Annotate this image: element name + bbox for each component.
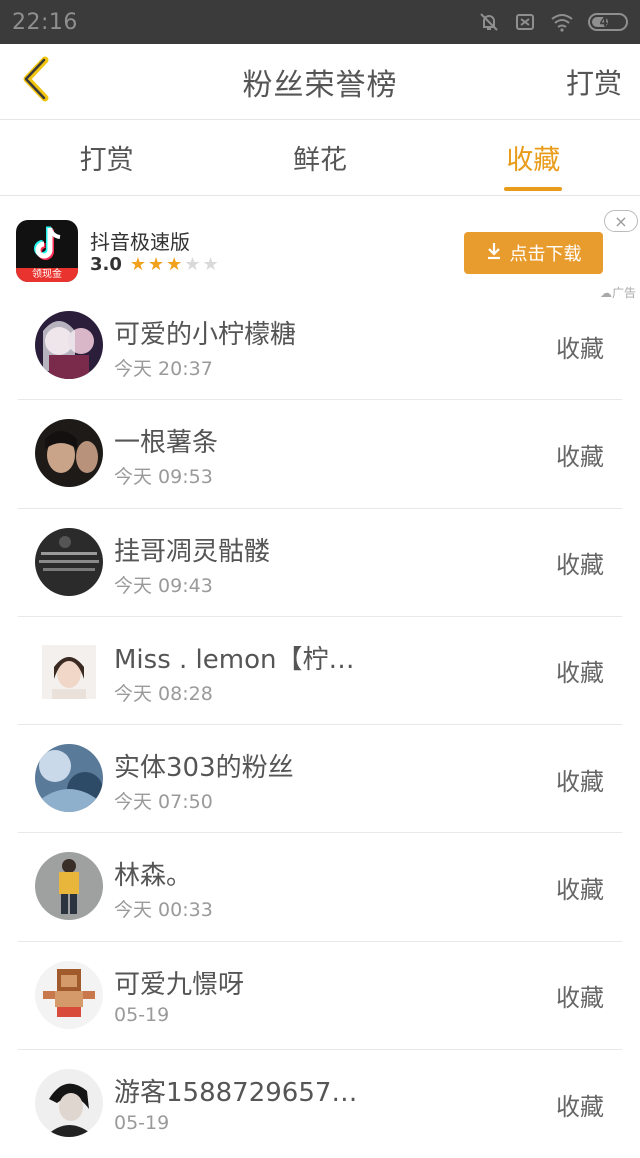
star-filled-icon: ★	[148, 253, 165, 275]
list-item[interactable]: 游客1588729657… 05-19 收藏	[18, 1050, 622, 1158]
star-empty-icon: ★	[202, 253, 219, 275]
fan-action: 收藏	[556, 334, 604, 363]
list-item[interactable]: Miss . lemon【柠… 今天 08:28 收藏	[18, 617, 622, 726]
fan-time: 05-19	[114, 1003, 170, 1026]
list-item[interactable]: 一根薯条 今天 09:53 收藏	[18, 400, 622, 509]
star-empty-icon: ★	[184, 253, 201, 275]
fan-action: 收藏	[556, 442, 604, 471]
header: 粉丝荣誉榜 打赏	[0, 44, 640, 120]
tab-reward[interactable]: 打赏	[0, 120, 213, 195]
avatar	[35, 527, 103, 596]
fan-name: 游客1588729657…	[114, 1078, 358, 1109]
wifi-icon	[550, 12, 574, 32]
download-icon	[486, 242, 502, 265]
list-item[interactable]: 可爱的小柠檬糖 今天 20:37 收藏	[18, 292, 622, 401]
fan-name: 林森。	[114, 861, 193, 892]
fan-action: 收藏	[556, 984, 604, 1013]
close-icon: ×	[614, 211, 628, 231]
fan-action: 收藏	[556, 659, 604, 688]
fan-time: 今天 09:53	[114, 466, 213, 489]
fan-time: 05-19	[114, 1112, 170, 1135]
fan-time: 今天 20:37	[114, 358, 213, 380]
tab-active-indicator	[504, 187, 563, 191]
fan-action: 收藏	[556, 767, 604, 796]
sim-off-icon	[514, 11, 536, 33]
fan-action: 收藏	[556, 1092, 604, 1121]
fan-name: 一根薯条	[114, 428, 219, 459]
page-title: 粉丝荣誉榜	[242, 68, 398, 103]
app-icon-badge: 领现金	[16, 268, 78, 282]
ad-banner[interactable]: 领现金 抖音极速版 3.0 ★ ★ ★ ★ ★ 点击下载 × ☁广告	[0, 196, 640, 304]
battery-level: 41	[599, 15, 617, 29]
fan-list: 可爱的小柠檬糖 今天 20:37 收藏 一根薯条 今天 09:53 收藏 挂哥凋…	[18, 292, 622, 1158]
avatar	[35, 1069, 103, 1138]
list-item[interactable]: 可爱九憬呀 05-19 收藏	[18, 942, 622, 1051]
avatar	[35, 744, 103, 813]
fan-action: 收藏	[556, 551, 604, 580]
battery-icon: 41	[588, 13, 628, 31]
tab-label: 鲜花	[292, 145, 347, 176]
rating-score: 3.0	[90, 254, 122, 275]
avatar	[35, 852, 103, 921]
list-item[interactable]: 实体303的粉丝 今天 07:50 收藏	[18, 725, 622, 834]
ad-app-name: 抖音极速版	[90, 230, 190, 254]
tab-label: 打赏	[79, 145, 134, 176]
list-item[interactable]: 挂哥凋灵骷髅 今天 09:43 收藏	[18, 509, 622, 617]
fan-time: 今天 09:43	[114, 574, 213, 597]
status-bar: 22:16 41	[0, 0, 640, 44]
star-filled-icon: ★	[166, 253, 183, 275]
tab-bar: 打赏 鲜花 收藏	[0, 120, 640, 196]
fan-name: Miss . lemon【柠…	[114, 644, 355, 675]
bell-off-icon	[478, 11, 500, 33]
status-icons: 41	[478, 11, 628, 33]
fan-time: 今天 08:28	[114, 682, 213, 705]
download-label: 点击下载	[509, 244, 582, 265]
fan-name: 可爱的小柠檬糖	[114, 320, 297, 350]
app-icon: 领现金	[16, 220, 78, 282]
ad-rating: 3.0 ★ ★ ★ ★ ★	[90, 254, 219, 275]
avatar	[35, 419, 103, 488]
tab-label: 收藏	[506, 145, 561, 176]
fan-time: 今天 00:33	[114, 899, 213, 922]
tab-favorites[interactable]: 收藏	[427, 120, 640, 195]
reward-button[interactable]: 打赏	[566, 44, 622, 120]
star-filled-icon: ★	[129, 253, 147, 275]
tab-flowers[interactable]: 鲜花	[213, 120, 426, 195]
fan-name: 可爱九憬呀	[114, 969, 245, 1000]
avatar	[42, 644, 96, 699]
ad-close-button[interactable]: ×	[604, 210, 638, 232]
avatar	[35, 311, 103, 379]
fan-action: 收藏	[556, 875, 604, 904]
download-button[interactable]: 点击下载	[464, 232, 603, 274]
status-time: 22:16	[12, 9, 78, 35]
fan-name: 实体303的粉丝	[114, 753, 294, 784]
fan-name: 挂哥凋灵骷髅	[114, 536, 271, 567]
fan-time: 今天 07:50	[114, 791, 213, 814]
avatar	[35, 960, 103, 1029]
list-item[interactable]: 林森。 今天 00:33 收藏	[18, 833, 622, 942]
